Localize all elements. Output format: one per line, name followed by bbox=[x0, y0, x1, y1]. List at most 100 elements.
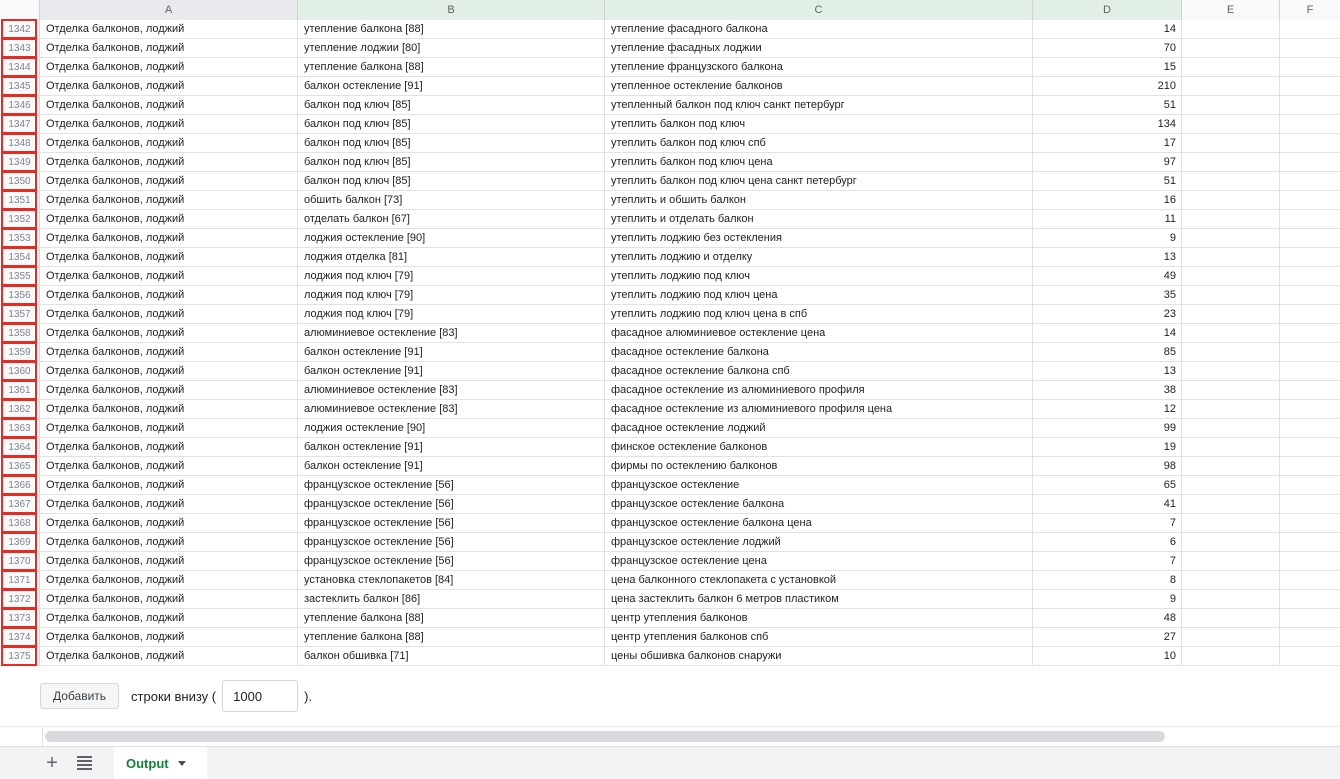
cell-c[interactable]: цена застеклить балкон 6 метров пластико… bbox=[605, 590, 1033, 609]
cell-f[interactable] bbox=[1280, 419, 1340, 438]
cell-c[interactable]: утеплить балкон под ключ цена санкт пете… bbox=[605, 172, 1033, 191]
row-header[interactable]: 1352 bbox=[0, 209, 40, 229]
row-header[interactable]: 1358 bbox=[0, 323, 40, 343]
cell-a[interactable]: Отделка балконов, лоджий bbox=[40, 457, 298, 476]
cell-e[interactable] bbox=[1182, 495, 1280, 514]
cell-a[interactable]: Отделка балконов, лоджий bbox=[40, 115, 298, 134]
cell-f[interactable] bbox=[1280, 457, 1340, 476]
cell-f[interactable] bbox=[1280, 172, 1340, 191]
cell-b[interactable]: алюминиевое остекление [83] bbox=[298, 381, 605, 400]
cell-e[interactable] bbox=[1182, 134, 1280, 153]
cell-c[interactable]: французское остекление цена bbox=[605, 552, 1033, 571]
cell-d[interactable]: 7 bbox=[1033, 552, 1182, 571]
cell-f[interactable] bbox=[1280, 210, 1340, 229]
cell-f[interactable] bbox=[1280, 571, 1340, 590]
cell-d[interactable]: 17 bbox=[1033, 134, 1182, 153]
cell-e[interactable] bbox=[1182, 286, 1280, 305]
cell-a[interactable]: Отделка балконов, лоджий bbox=[40, 286, 298, 305]
cell-e[interactable] bbox=[1182, 96, 1280, 115]
cell-b[interactable]: балкон остекление [91] bbox=[298, 77, 605, 96]
cell-e[interactable] bbox=[1182, 362, 1280, 381]
row-header[interactable]: 1374 bbox=[0, 627, 40, 647]
cell-f[interactable] bbox=[1280, 552, 1340, 571]
cell-e[interactable] bbox=[1182, 609, 1280, 628]
cell-f[interactable] bbox=[1280, 39, 1340, 58]
cell-f[interactable] bbox=[1280, 191, 1340, 210]
row-header[interactable]: 1375 bbox=[0, 646, 40, 666]
cell-e[interactable] bbox=[1182, 267, 1280, 286]
cell-b[interactable]: утепление балкона [88] bbox=[298, 609, 605, 628]
cell-e[interactable] bbox=[1182, 39, 1280, 58]
row-header[interactable]: 1360 bbox=[0, 361, 40, 381]
cell-a[interactable]: Отделка балконов, лоджий bbox=[40, 438, 298, 457]
cell-a[interactable]: Отделка балконов, лоджий bbox=[40, 39, 298, 58]
cell-e[interactable] bbox=[1182, 191, 1280, 210]
cell-a[interactable]: Отделка балконов, лоджий bbox=[40, 77, 298, 96]
cell-e[interactable] bbox=[1182, 210, 1280, 229]
cell-e[interactable] bbox=[1182, 229, 1280, 248]
cell-c[interactable]: фасадное остекление из алюминиевого проф… bbox=[605, 381, 1033, 400]
cell-d[interactable]: 19 bbox=[1033, 438, 1182, 457]
cell-a[interactable]: Отделка балконов, лоджий bbox=[40, 552, 298, 571]
cell-d[interactable]: 48 bbox=[1033, 609, 1182, 628]
add-rows-count-input[interactable] bbox=[222, 680, 299, 712]
cell-d[interactable]: 27 bbox=[1033, 628, 1182, 647]
cell-c[interactable]: фасадное остекление из алюминиевого проф… bbox=[605, 400, 1033, 419]
row-header[interactable]: 1353 bbox=[0, 228, 40, 248]
cell-c[interactable]: утеплить и обшить балкон bbox=[605, 191, 1033, 210]
select-all-corner[interactable] bbox=[0, 0, 40, 20]
cell-a[interactable]: Отделка балконов, лоджий bbox=[40, 343, 298, 362]
cell-f[interactable] bbox=[1280, 305, 1340, 324]
cell-c[interactable]: фасадное остекление балкона bbox=[605, 343, 1033, 362]
cell-d[interactable]: 14 bbox=[1033, 20, 1182, 39]
cell-f[interactable] bbox=[1280, 533, 1340, 552]
cell-a[interactable]: Отделка балконов, лоджий bbox=[40, 191, 298, 210]
cell-c[interactable]: французское остекление балкона bbox=[605, 495, 1033, 514]
cell-f[interactable] bbox=[1280, 324, 1340, 343]
cell-c[interactable]: утепленное остекление балконов bbox=[605, 77, 1033, 96]
cell-d[interactable]: 51 bbox=[1033, 96, 1182, 115]
cell-f[interactable] bbox=[1280, 115, 1340, 134]
row-header[interactable]: 1344 bbox=[0, 57, 40, 77]
cell-a[interactable]: Отделка балконов, лоджий bbox=[40, 229, 298, 248]
cell-c[interactable]: французское остекление bbox=[605, 476, 1033, 495]
cell-a[interactable]: Отделка балконов, лоджий bbox=[40, 172, 298, 191]
cell-d[interactable]: 8 bbox=[1033, 571, 1182, 590]
cell-f[interactable] bbox=[1280, 647, 1340, 666]
cell-a[interactable]: Отделка балконов, лоджий bbox=[40, 495, 298, 514]
cell-a[interactable]: Отделка балконов, лоджий bbox=[40, 400, 298, 419]
cell-a[interactable]: Отделка балконов, лоджий bbox=[40, 58, 298, 77]
cell-c[interactable]: фасадное остекление балкона спб bbox=[605, 362, 1033, 381]
cell-a[interactable]: Отделка балконов, лоджий bbox=[40, 647, 298, 666]
cell-d[interactable]: 35 bbox=[1033, 286, 1182, 305]
cell-e[interactable] bbox=[1182, 324, 1280, 343]
cell-b[interactable]: балкон обшивка [71] bbox=[298, 647, 605, 666]
cell-a[interactable]: Отделка балконов, лоджий bbox=[40, 590, 298, 609]
cell-a[interactable]: Отделка балконов, лоджий bbox=[40, 248, 298, 267]
cell-b[interactable]: балкон под ключ [85] bbox=[298, 153, 605, 172]
cell-b[interactable]: балкон под ключ [85] bbox=[298, 115, 605, 134]
cell-f[interactable] bbox=[1280, 58, 1340, 77]
cell-b[interactable]: французское остекление [56] bbox=[298, 533, 605, 552]
cell-a[interactable]: Отделка балконов, лоджий bbox=[40, 305, 298, 324]
cell-f[interactable] bbox=[1280, 495, 1340, 514]
cell-c[interactable]: утеплить лоджию под ключ цена bbox=[605, 286, 1033, 305]
cell-a[interactable]: Отделка балконов, лоджий bbox=[40, 153, 298, 172]
cell-b[interactable]: балкон под ключ [85] bbox=[298, 134, 605, 153]
cell-d[interactable]: 51 bbox=[1033, 172, 1182, 191]
cell-c[interactable]: утеплить балкон под ключ цена bbox=[605, 153, 1033, 172]
cell-d[interactable]: 99 bbox=[1033, 419, 1182, 438]
cell-b[interactable]: французское остекление [56] bbox=[298, 514, 605, 533]
cell-f[interactable] bbox=[1280, 153, 1340, 172]
cell-d[interactable]: 98 bbox=[1033, 457, 1182, 476]
cell-a[interactable]: Отделка балконов, лоджий bbox=[40, 533, 298, 552]
cell-d[interactable]: 12 bbox=[1033, 400, 1182, 419]
cell-d[interactable]: 14 bbox=[1033, 324, 1182, 343]
add-sheet-button[interactable]: + bbox=[36, 747, 68, 779]
row-header[interactable]: 1363 bbox=[0, 418, 40, 438]
cell-f[interactable] bbox=[1280, 20, 1340, 39]
cell-e[interactable] bbox=[1182, 58, 1280, 77]
cell-c[interactable]: фирмы по остеклению балконов bbox=[605, 457, 1033, 476]
cell-b[interactable]: лоджия под ключ [79] bbox=[298, 267, 605, 286]
cell-d[interactable]: 134 bbox=[1033, 115, 1182, 134]
